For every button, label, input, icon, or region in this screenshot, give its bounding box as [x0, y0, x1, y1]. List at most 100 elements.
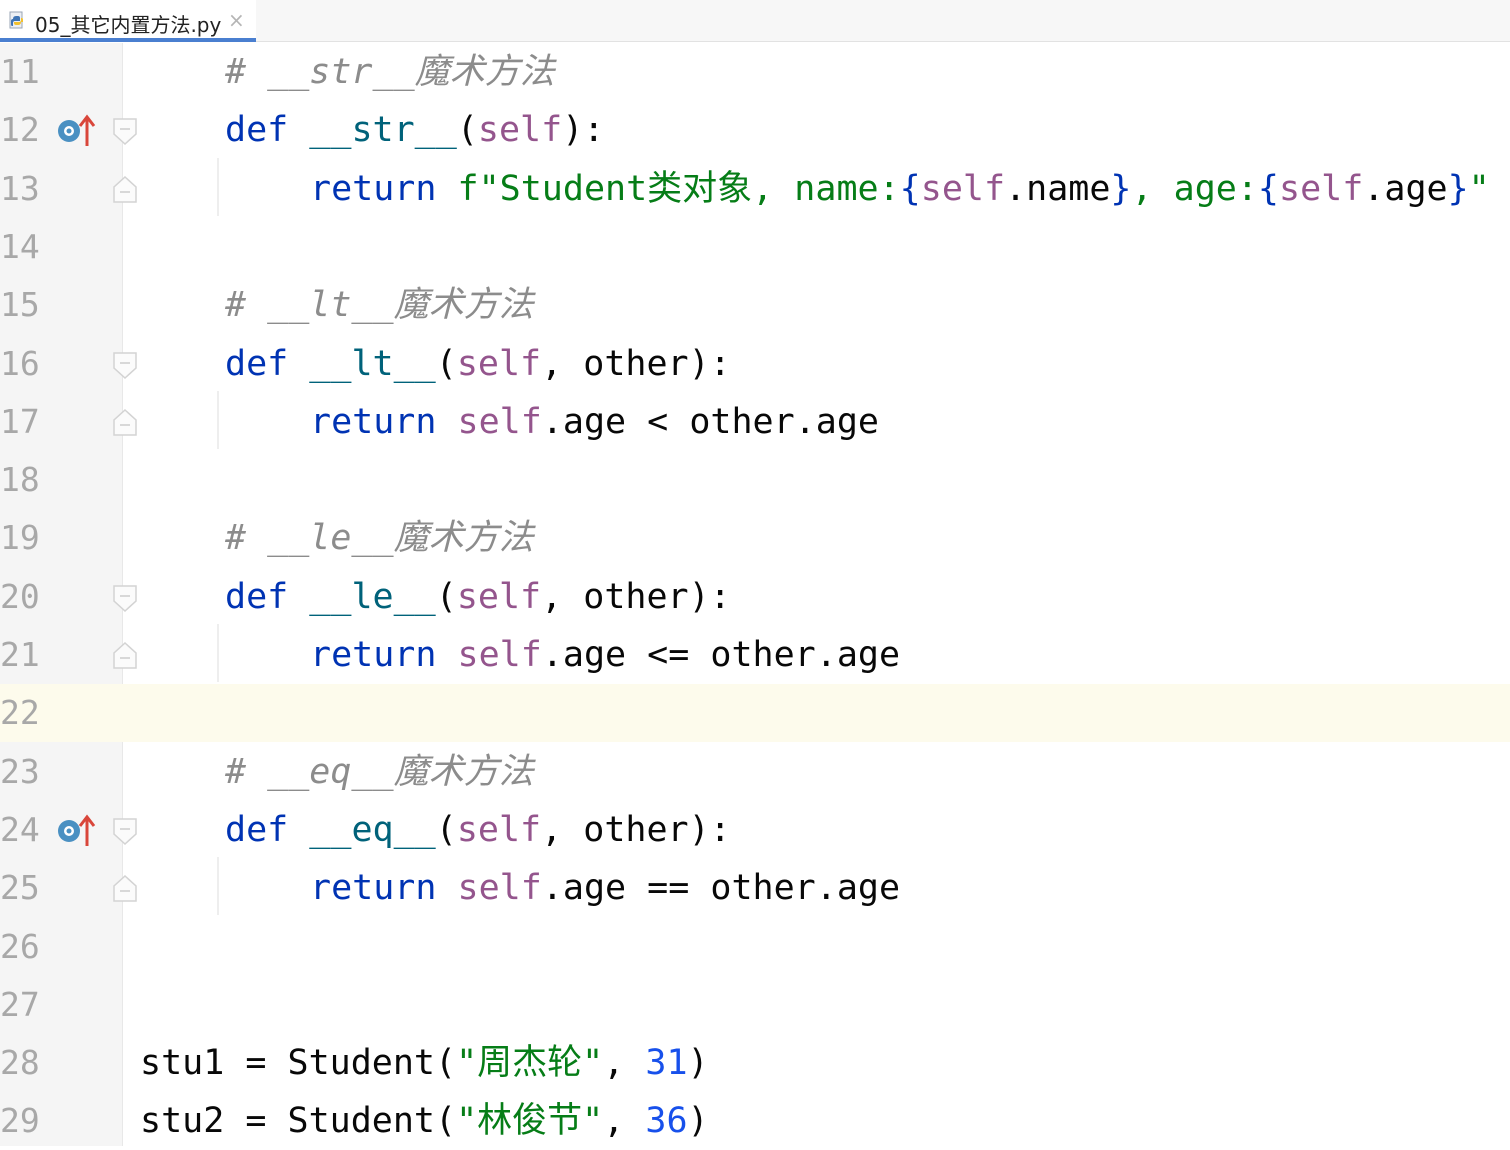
code-token: # __str__魔术方法 [225, 52, 555, 92]
code-text: # __eq__魔术方法 [225, 751, 534, 793]
code-editor[interactable]: 11 # __str__魔术方法 12 def __str__(self): 13 ret… [0, 43, 1510, 1146]
code-token: # __eq__魔术方法 [225, 751, 534, 792]
code-line[interactable]: 16 def __lt__(self, other): [0, 335, 1510, 393]
code-token: self [477, 110, 563, 151]
code-line[interactable]: 17 return self.age < other.age [0, 393, 1510, 451]
code-token: .age <= other.age [541, 635, 901, 675]
code-token: self [457, 401, 542, 442]
code-token: ( [435, 343, 457, 384]
line-number[interactable]: 29 [0, 1103, 40, 1139]
code-token: ) [687, 1043, 709, 1084]
fold-end-icon[interactable] [112, 175, 138, 205]
code-token: " [1468, 168, 1490, 209]
line-number[interactable]: 22 [0, 695, 40, 731]
fold-end-icon[interactable] [112, 641, 138, 671]
line-number[interactable]: 12 [0, 112, 40, 148]
code-text: stu1 = Student("周杰轮", 31) [140, 1042, 709, 1084]
code-token: "周杰轮" [456, 1043, 604, 1084]
line-number[interactable]: 19 [0, 520, 40, 556]
code-line[interactable]: 24 def __eq__(self, other): [0, 801, 1510, 859]
code-token: .age == other.age [541, 868, 901, 909]
code-token: , [603, 1101, 646, 1142]
code-text: # __lt__魔术方法 [225, 284, 534, 326]
code-line[interactable]: 25 return self.age == other.age [0, 859, 1510, 917]
line-number[interactable]: 18 [0, 462, 40, 498]
code-token: ): [562, 110, 605, 151]
code-token: self [920, 168, 1006, 209]
code-text: stu2 = Student("林俊节", 36) [140, 1100, 709, 1142]
code-token: def [225, 809, 310, 850]
code-line[interactable]: 23 # __eq__魔术方法 [0, 743, 1510, 801]
code-token: stu1 = Student( [140, 1043, 457, 1084]
line-number[interactable]: 24 [0, 811, 40, 848]
code-text: # __str__魔术方法 [225, 51, 555, 93]
code-text: # __le__魔术方法 [225, 517, 534, 559]
code-token: 31 [645, 1043, 688, 1084]
code-text: return self.age == other.age [310, 867, 900, 909]
code-token: "林俊节" [456, 1101, 604, 1142]
indent-guide [217, 857, 219, 916]
code-token: , other): [541, 809, 731, 850]
line-number[interactable]: 28 [0, 1045, 40, 1081]
line-number[interactable]: 26 [0, 928, 40, 965]
python-file-icon [9, 11, 23, 29]
code-token: ( [456, 110, 478, 151]
code-line[interactable]: 27 [0, 976, 1510, 1034]
code-line[interactable]: 29 stu2 = Student("林俊节", 36) [0, 1092, 1510, 1150]
line-number[interactable]: 27 [0, 986, 40, 1023]
fold-end-icon[interactable] [112, 874, 138, 904]
code-line[interactable]: 20 def __le__(self, other): [0, 568, 1510, 626]
editor-tab-bar: 05_其它内置方法.py × [0, 0, 1510, 42]
line-number[interactable]: 21 [0, 637, 40, 673]
override-method-icon[interactable] [55, 113, 97, 149]
code-line[interactable]: 19 # __le__魔术方法 [0, 509, 1510, 567]
line-number[interactable]: 14 [0, 228, 40, 265]
line-number[interactable]: 25 [0, 870, 40, 906]
code-token: __lt__ [309, 343, 436, 384]
code-token: return [310, 168, 458, 209]
code-token: return [310, 868, 458, 909]
code-line[interactable]: 28 stu1 = Student("周杰轮", 31) [0, 1034, 1510, 1092]
code-token: self [456, 576, 542, 617]
line-number[interactable]: 20 [0, 578, 40, 615]
line-number[interactable]: 16 [0, 345, 40, 382]
line-number[interactable]: 11 [0, 54, 40, 90]
code-token: # __lt__魔术方法 [225, 285, 534, 326]
code-text: def __le__(self, other): [225, 576, 731, 618]
code-line[interactable]: 13 return f"Student类对象, name:{self.name},… [0, 160, 1510, 218]
fold-collapse-icon[interactable] [112, 350, 138, 380]
code-token: self [457, 635, 542, 675]
code-token: def [225, 576, 310, 617]
code-token: f"Student类对象, name: [457, 168, 900, 209]
indent-guide [217, 390, 219, 450]
code-line[interactable]: 21 return self.age <= other.age [0, 626, 1510, 684]
fold-collapse-icon[interactable] [112, 816, 138, 846]
line-number[interactable]: 23 [0, 753, 40, 790]
line-number[interactable]: 13 [0, 170, 40, 207]
code-line[interactable]: 18 [0, 451, 1510, 509]
code-token: } [1110, 168, 1132, 209]
code-line[interactable]: 22 [0, 684, 1510, 743]
code-text: return self.age <= other.age [310, 634, 900, 676]
code-token: self [456, 809, 542, 850]
code-line[interactable]: 12 def __str__(self): [0, 101, 1510, 159]
fold-collapse-icon[interactable] [112, 583, 138, 613]
code-text: def __lt__(self, other): [225, 343, 731, 385]
code-line[interactable]: 26 [0, 918, 1510, 976]
code-line[interactable]: 14 [0, 218, 1510, 276]
close-tab-icon[interactable]: × [228, 8, 245, 32]
code-token: self [456, 343, 542, 384]
code-line[interactable]: 15 # __lt__魔术方法 [0, 276, 1510, 334]
fold-collapse-icon[interactable] [112, 116, 138, 146]
indent-guide [217, 157, 219, 216]
code-line[interactable]: 11 # __str__魔术方法 [0, 43, 1510, 101]
fold-end-icon[interactable] [112, 408, 138, 438]
line-number[interactable]: 17 [0, 403, 40, 440]
code-text: return f"Student类对象, name:{self.name}, a… [310, 168, 1490, 210]
override-method-icon[interactable] [55, 813, 97, 849]
line-number[interactable]: 15 [0, 287, 40, 323]
code-token: ( [435, 576, 457, 617]
code-token: __le__ [309, 576, 436, 617]
code-token: ( [435, 809, 457, 850]
file-tab[interactable]: 05_其它内置方法.py × [0, 0, 256, 42]
